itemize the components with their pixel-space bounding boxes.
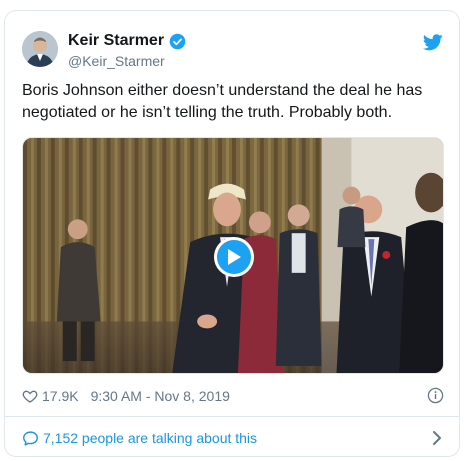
play-icon: [228, 249, 241, 265]
timestamp[interactable]: 9:30 AM - Nov 8, 2019: [91, 388, 230, 404]
twitter-bird-icon[interactable]: [423, 34, 443, 51]
play-button[interactable]: [214, 237, 254, 277]
video-thumbnail[interactable]: [22, 137, 444, 374]
author-row: Keir Starmer: [68, 32, 186, 50]
info-icon[interactable]: [427, 387, 444, 404]
author-name[interactable]: Keir Starmer: [68, 32, 164, 50]
heart-icon[interactable]: [22, 388, 38, 404]
tweet-text: Boris Johnson either doesn’t understand …: [22, 82, 423, 121]
author-handle[interactable]: @Keir_Starmer: [68, 53, 165, 69]
speech-bubble-icon: [23, 430, 38, 446]
chevron-right-icon[interactable]: [432, 430, 442, 446]
like-count[interactable]: 17.9K: [42, 388, 79, 404]
tweet-card: Keir Starmer @Keir_Starmer Boris Johnson…: [4, 10, 460, 457]
verified-badge-icon: [169, 33, 186, 49]
avatar[interactable]: [22, 31, 58, 67]
tweet-meta: 17.9K 9:30 AM - Nov 8, 2019: [22, 386, 444, 406]
conversation-link[interactable]: 7,152 people are talking about this: [22, 427, 444, 449]
talking-count[interactable]: 7,152 people are talking about this: [43, 430, 257, 446]
divider: [5, 416, 459, 417]
